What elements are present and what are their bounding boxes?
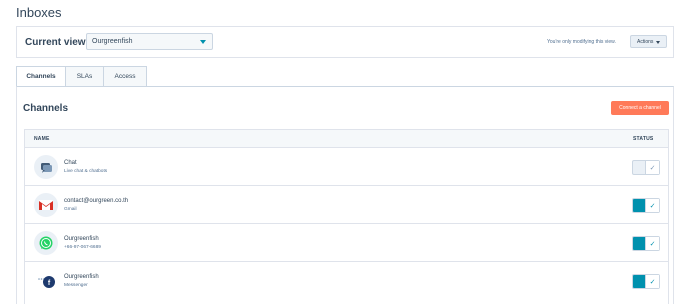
status-toggle[interactable]: ✓ bbox=[632, 274, 660, 289]
checkmark-icon: ✓ bbox=[645, 275, 659, 288]
caret-down-icon bbox=[656, 41, 660, 44]
current-view-label: Current view: bbox=[25, 37, 89, 48]
checkmark-icon: ✓ bbox=[645, 161, 659, 174]
tab-slas[interactable]: SLAs bbox=[66, 66, 104, 87]
chat-bubble-icon bbox=[34, 155, 58, 179]
status-toggle[interactable]: ✓ bbox=[632, 198, 660, 213]
table-row[interactable]: contact@ourgreen.co.th Gmail ✓ bbox=[25, 186, 668, 224]
table-row[interactable]: f Ourgreenfish Messenger ✓ bbox=[25, 262, 668, 300]
connect-channel-button[interactable]: Connect a channel bbox=[611, 101, 669, 115]
table-header: NAME STATUS bbox=[25, 130, 668, 148]
channel-subtitle: +66-97-067-6689 bbox=[64, 245, 101, 250]
caret-down-icon bbox=[200, 40, 206, 44]
table-row[interactable]: Ourgreenfish +66-97-067-6689 ✓ bbox=[25, 224, 668, 262]
page-title: Inboxes bbox=[16, 5, 62, 20]
channel-subtitle: Live chat & chatbots bbox=[64, 169, 108, 174]
tab-label: Channels bbox=[26, 73, 56, 80]
checkmark-icon: ✓ bbox=[645, 199, 659, 212]
facebook-messenger-icon: f bbox=[34, 269, 58, 293]
tab-label: SLAs bbox=[76, 73, 93, 80]
whatsapp-icon bbox=[34, 231, 58, 255]
channel-subtitle: Messenger bbox=[64, 283, 88, 288]
status-toggle[interactable]: ✓ bbox=[632, 160, 660, 175]
checkmark-icon: ✓ bbox=[645, 237, 659, 250]
actions-button[interactable]: Actions bbox=[630, 35, 667, 48]
column-header-name[interactable]: NAME bbox=[34, 136, 50, 142]
channel-name: contact@ourgreen.co.th bbox=[64, 198, 129, 204]
tab-label: Access bbox=[114, 73, 136, 80]
view-select[interactable]: Ourgreenfish bbox=[86, 33, 213, 50]
current-view-bar: Current view: Ourgreenfish You're only m… bbox=[16, 26, 674, 58]
tab-access[interactable]: Access bbox=[104, 66, 147, 87]
view-select-value: Ourgreenfish bbox=[92, 38, 133, 45]
channel-name: Ourgreenfish bbox=[64, 274, 99, 280]
status-toggle[interactable]: ✓ bbox=[632, 236, 660, 251]
gmail-icon bbox=[34, 193, 58, 217]
tab-bar: Channels SLAs Access bbox=[16, 66, 147, 87]
table-row[interactable]: Chat Live chat & chatbots ✓ bbox=[25, 148, 668, 186]
channels-table: NAME STATUS Chat Live chat & chatbots ✓ bbox=[24, 129, 669, 304]
actions-button-label: Actions bbox=[637, 39, 654, 45]
channel-subtitle: Gmail bbox=[64, 207, 77, 212]
section-title: Channels bbox=[23, 103, 69, 114]
column-header-status[interactable]: STATUS bbox=[633, 136, 653, 142]
channels-panel: Channels Connect a channel NAME STATUS C… bbox=[16, 86, 674, 304]
channel-name: Ourgreenfish bbox=[64, 236, 99, 242]
view-modify-note: You're only modifying this view. bbox=[547, 39, 616, 45]
tab-channels[interactable]: Channels bbox=[16, 66, 66, 87]
channel-name: Chat bbox=[64, 160, 77, 166]
